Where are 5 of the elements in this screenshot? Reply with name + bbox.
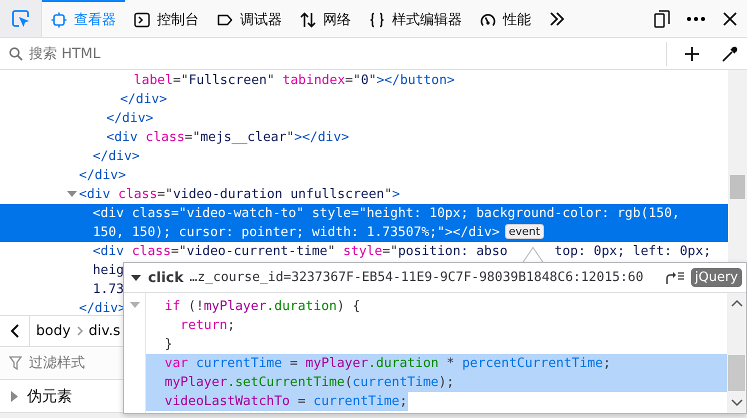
event-name: click xyxy=(148,270,184,286)
library-badge: jQuery xyxy=(690,268,742,287)
code-line: return; xyxy=(179,317,236,335)
code-line: } xyxy=(164,336,174,354)
code-line: if (!myPlayer.duration) { xyxy=(164,298,362,316)
